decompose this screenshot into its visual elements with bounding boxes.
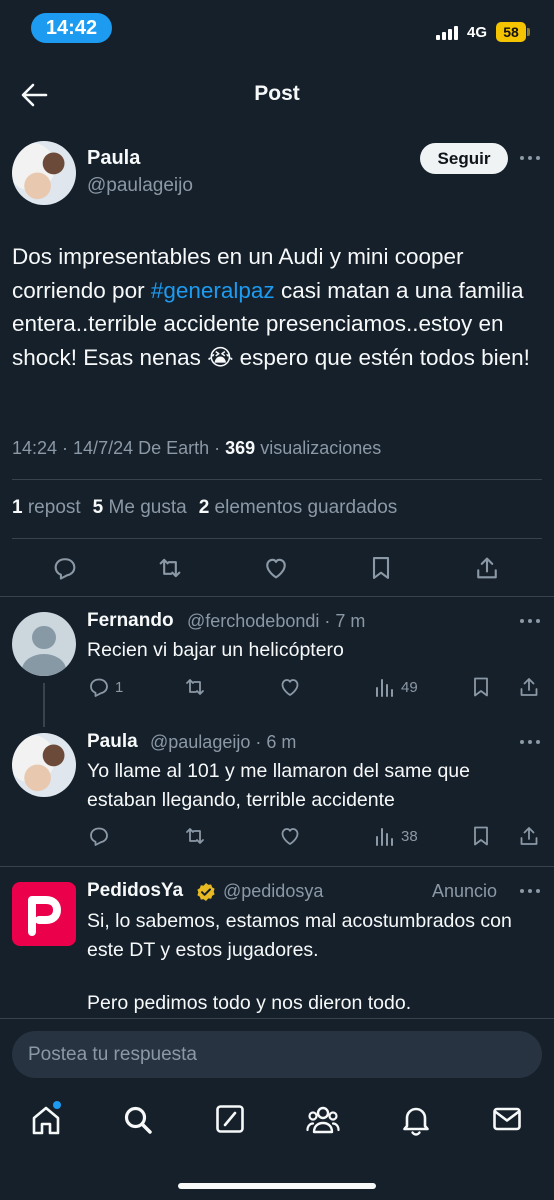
likes-label: Me gusta bbox=[103, 497, 187, 518]
views-chart-icon[interactable] bbox=[374, 825, 396, 847]
divider bbox=[0, 866, 554, 867]
home-icon[interactable] bbox=[31, 1104, 61, 1141]
grok-icon[interactable] bbox=[215, 1104, 245, 1139]
reposts-count: 1 bbox=[12, 497, 23, 518]
bookmarks-stat[interactable]: 2 elementos guardados bbox=[199, 497, 398, 518]
bookmarks-label: elementos guardados bbox=[209, 497, 398, 518]
battery-cap bbox=[527, 28, 530, 36]
top-bar: Post bbox=[0, 70, 554, 120]
messages-envelope-icon[interactable] bbox=[492, 1104, 522, 1139]
hashtag-link[interactable]: #generalpaz bbox=[151, 278, 275, 303]
signal-icon bbox=[436, 26, 460, 40]
likes-stat[interactable]: 5 Me gusta bbox=[93, 497, 187, 518]
home-notification-dot bbox=[53, 1101, 61, 1109]
repost-icon[interactable] bbox=[183, 824, 207, 848]
more-options-icon[interactable] bbox=[520, 156, 542, 162]
author-name[interactable]: Paula bbox=[87, 147, 140, 170]
home-indicator[interactable] bbox=[178, 1183, 376, 1189]
views-count: 38 bbox=[401, 828, 418, 845]
reply-icon[interactable] bbox=[87, 675, 111, 699]
views-chart-icon[interactable] bbox=[374, 676, 396, 698]
share-icon[interactable] bbox=[473, 554, 501, 582]
reply-author-name[interactable]: Fernando bbox=[87, 610, 174, 632]
bookmark-icon[interactable] bbox=[367, 554, 395, 582]
page-title: Post bbox=[254, 82, 300, 105]
reply-count: 1 bbox=[115, 679, 124, 696]
reply-author-name[interactable]: Paula bbox=[87, 731, 138, 753]
status-bar: 14:42 4G 58 bbox=[0, 0, 554, 60]
divider bbox=[12, 538, 542, 539]
reply-avatar[interactable] bbox=[12, 612, 76, 676]
ad-label: Anuncio bbox=[432, 881, 498, 901]
reply-icon[interactable] bbox=[87, 824, 111, 848]
follow-button[interactable]: Seguir bbox=[420, 143, 508, 174]
more-options-icon[interactable] bbox=[520, 740, 542, 746]
battery-icon: 58 bbox=[496, 22, 526, 42]
divider bbox=[12, 479, 542, 480]
ad-author-name[interactable]: PedidosYa bbox=[87, 880, 183, 902]
reply-avatar[interactable] bbox=[12, 733, 76, 797]
communities-icon[interactable] bbox=[306, 1104, 340, 1139]
like-heart-icon[interactable] bbox=[262, 554, 290, 582]
reply-input[interactable]: Postea tu respuesta bbox=[12, 1031, 542, 1078]
share-icon[interactable] bbox=[517, 675, 541, 699]
reply-icon[interactable] bbox=[51, 554, 79, 582]
status-time[interactable]: 14:42 bbox=[31, 13, 112, 43]
bookmarks-count: 2 bbox=[198, 497, 210, 518]
more-options-icon[interactable] bbox=[520, 889, 542, 895]
author-handle[interactable]: @paulageijo bbox=[87, 175, 193, 197]
reposts-stat[interactable]: 1 repost bbox=[12, 497, 81, 518]
more-options-icon[interactable] bbox=[520, 619, 542, 625]
search-icon[interactable] bbox=[122, 1104, 154, 1141]
thread-line bbox=[43, 683, 45, 727]
ad-text: Pero pedimos todo y nos dieron todo. bbox=[87, 992, 412, 1014]
reply-author-handle[interactable]: @paulageijo · 6 m bbox=[150, 732, 296, 753]
likes-count: 5 bbox=[92, 497, 104, 518]
ad-text: Si, lo sabemos, estamos mal acostumbrado… bbox=[87, 910, 512, 961]
reply-text: Recien vi bajar un helicóptero bbox=[87, 639, 344, 661]
reply-text: Yo llame al 101 y me llamaron del same q… bbox=[87, 760, 470, 811]
pedidosya-logo[interactable] bbox=[12, 882, 76, 946]
views-label: visualizaciones bbox=[255, 438, 382, 458]
author-avatar[interactable] bbox=[12, 141, 76, 205]
post-timestamp: 14:24 · 14/7/24 De Earth · bbox=[12, 438, 226, 458]
divider bbox=[0, 596, 554, 597]
verified-badge-icon bbox=[196, 882, 216, 902]
post-text: Dos impresentables en un Audi y mini coo… bbox=[12, 240, 542, 374]
ad-author-handle[interactable]: @pedidosya bbox=[223, 881, 323, 902]
network-type: 4G bbox=[467, 24, 488, 41]
post-stats: 1 repost 5 Me gusta 2 elementos guardados bbox=[12, 497, 397, 519]
like-heart-icon[interactable] bbox=[278, 675, 302, 699]
reply-author-handle[interactable]: @ferchodebondi · 7 m bbox=[187, 611, 365, 632]
views-count: 369 bbox=[225, 438, 256, 458]
reposts-label: repost bbox=[22, 497, 81, 518]
post-meta: 14:24 · 14/7/24 De Earth · 369 visualiza… bbox=[12, 438, 381, 459]
repost-icon[interactable] bbox=[156, 554, 184, 582]
repost-icon[interactable] bbox=[183, 675, 207, 699]
views-count: 49 bbox=[401, 679, 418, 696]
notifications-bell-icon[interactable] bbox=[401, 1104, 431, 1141]
bookmark-icon[interactable] bbox=[469, 824, 493, 848]
share-icon[interactable] bbox=[517, 824, 541, 848]
like-heart-icon[interactable] bbox=[278, 824, 302, 848]
bookmark-icon[interactable] bbox=[469, 675, 493, 699]
